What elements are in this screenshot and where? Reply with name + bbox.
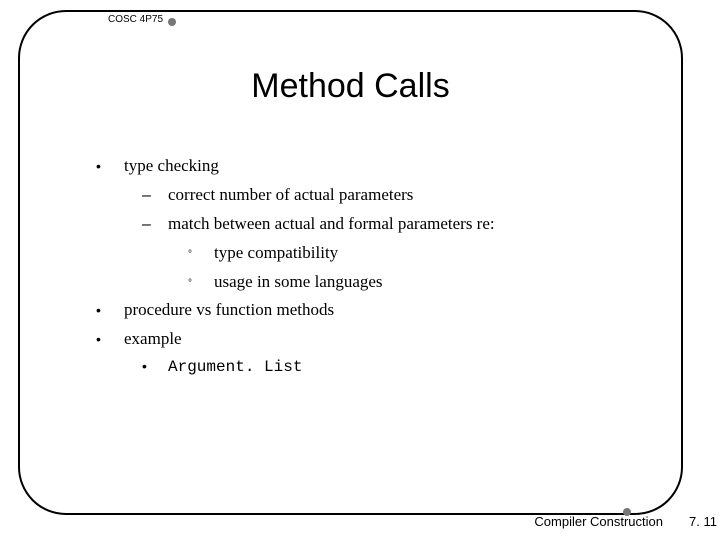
bullet-dot-icon: • — [96, 299, 124, 323]
bullet-lvl2: – match between actual and formal parame… — [142, 210, 656, 239]
bullet-lvl2: – correct number of actual parameters — [142, 181, 656, 210]
bullet-lvl1: • example — [96, 325, 656, 354]
bullet-dash-icon: – — [142, 211, 168, 238]
slide-content: • type checking – correct number of actu… — [96, 152, 656, 381]
bullet-dot-icon: • — [142, 355, 168, 379]
bullet-degree-icon: ° — [188, 246, 214, 263]
bullet-text: type compatibility — [214, 239, 338, 268]
bullet-text: procedure vs function methods — [124, 296, 334, 325]
bullet-dash-icon: – — [142, 182, 168, 209]
slide-title: Method Calls — [20, 67, 681, 106]
bullet-lvl2: • Argument. List — [142, 354, 656, 381]
course-code: COSC 4P75 — [102, 14, 169, 25]
bullet-lvl1: • type checking — [96, 152, 656, 181]
bullet-lvl3: ° type compatibility — [188, 239, 656, 268]
footer-text: Compiler Construction — [534, 514, 663, 529]
slide-frame: COSC 4P75 Method Calls • type checking –… — [18, 10, 683, 515]
bullet-text: example — [124, 325, 182, 354]
bullet-lvl3: ° usage in some languages — [188, 268, 656, 297]
page-number: 7. 11 — [689, 514, 717, 529]
bullet-text: type checking — [124, 152, 219, 181]
bullet-degree-icon: ° — [188, 275, 214, 292]
bullet-text: match between actual and formal paramete… — [168, 210, 495, 239]
bullet-text: Argument. List — [168, 354, 302, 381]
bullet-text: correct number of actual parameters — [168, 181, 413, 210]
bullet-dot-icon: • — [96, 328, 124, 352]
bullet-dot-icon: • — [96, 155, 124, 179]
bullet-text: usage in some languages — [214, 268, 383, 297]
bullet-lvl1: • procedure vs function methods — [96, 296, 656, 325]
decorative-dot-top — [168, 18, 176, 26]
